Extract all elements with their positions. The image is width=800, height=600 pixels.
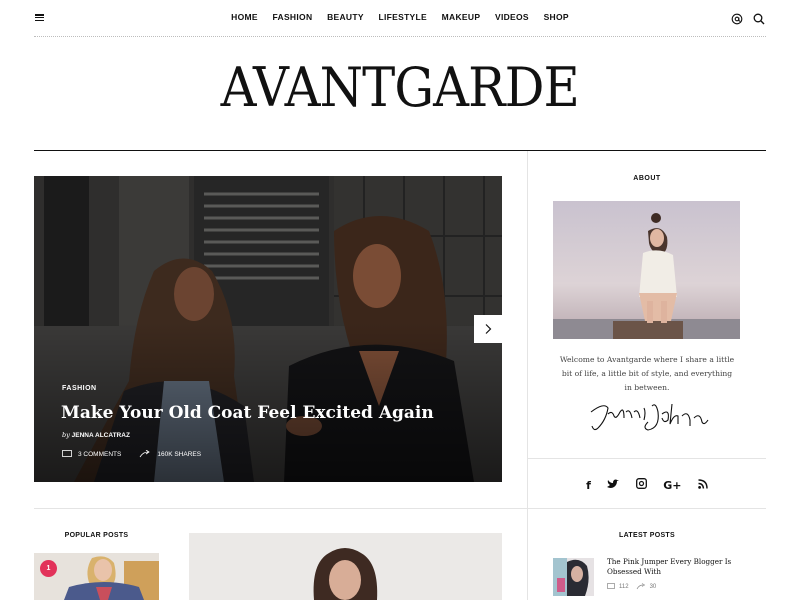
nav-icons xyxy=(726,10,766,28)
at-icon[interactable] xyxy=(730,12,744,26)
hero-gradient xyxy=(34,322,502,482)
nav-item-makeup[interactable]: MAKEUP xyxy=(442,12,481,22)
latest-post-thumbnail[interactable] xyxy=(553,558,594,596)
popular-rank-badge: 1 xyxy=(40,560,57,577)
share-icon xyxy=(140,450,151,458)
about-text: Welcome to Avantgarde where I share a li… xyxy=(559,355,735,392)
social-links: f G+ xyxy=(528,476,766,494)
latest-posts-heading: LATEST POSTS xyxy=(619,532,675,539)
rss-icon[interactable] xyxy=(698,479,708,492)
content-divider xyxy=(34,508,527,509)
search-icon[interactable] xyxy=(752,12,766,26)
signature-image xyxy=(586,398,711,439)
site-logo[interactable]: AVANTGARDE xyxy=(0,56,800,119)
twitter-icon[interactable] xyxy=(607,479,620,492)
nav-item-videos[interactable]: VIDEOS xyxy=(495,12,529,22)
nav-item-lifestyle[interactable]: LIFESTYLE xyxy=(378,12,427,22)
hero-shares: 160K SHARES xyxy=(157,450,202,458)
google-plus-icon[interactable]: G+ xyxy=(663,479,681,492)
main-menu: HOME FASHION BEAUTY LIFESTYLE MAKEUP VID… xyxy=(34,12,766,22)
share-icon xyxy=(636,583,645,590)
logo-text: AVANTGARDE xyxy=(220,56,580,119)
popular-posts-heading: POPULAR POSTS xyxy=(64,532,129,539)
comment-icon xyxy=(62,450,72,457)
featured-post-image[interactable] xyxy=(189,533,502,600)
hero-author[interactable]: JENNA ALCATRAZ xyxy=(72,432,130,439)
nav-item-home[interactable]: HOME xyxy=(231,12,258,22)
popular-post-image[interactable] xyxy=(34,553,159,600)
hero-category[interactable]: FASHION xyxy=(62,385,97,392)
hero-slide[interactable]: FASHION Make Your Old Coat Feel Excited … xyxy=(34,176,502,482)
latest-post-title[interactable]: The Pink Jumper Every Blogger Is Obsesse… xyxy=(607,557,757,577)
latest-comments[interactable]: 112 xyxy=(619,584,629,590)
social-divider xyxy=(528,508,766,509)
hero-title[interactable]: Make Your Old Coat Feel Excited Again xyxy=(61,403,434,423)
byline-prefix: by xyxy=(62,431,70,439)
about-heading: ABOUT xyxy=(633,175,661,182)
next-slide-button[interactable] xyxy=(474,315,502,343)
latest-shares: 30 xyxy=(649,583,657,590)
nav-item-beauty[interactable]: BEAUTY xyxy=(327,12,364,22)
instagram-icon[interactable] xyxy=(635,478,647,492)
hero-comments[interactable]: 3 COMMENTS xyxy=(78,451,121,458)
chevron-right-icon xyxy=(485,324,492,334)
about-divider xyxy=(528,458,766,459)
header-rule xyxy=(34,150,766,151)
top-navigation: HOME FASHION BEAUTY LIFESTYLE MAKEUP VID… xyxy=(34,0,766,37)
hero-byline: by JENNA ALCATRAZ xyxy=(62,431,130,439)
latest-post-meta: 112 30 xyxy=(607,583,656,590)
facebook-icon[interactable]: f xyxy=(586,479,591,492)
about-image xyxy=(553,201,740,339)
comment-icon xyxy=(607,583,615,589)
hero-meta: 3 COMMENTS 160K SHARES xyxy=(62,450,201,458)
nav-item-shop[interactable]: SHOP xyxy=(544,12,569,22)
nav-item-fashion[interactable]: FASHION xyxy=(273,12,313,22)
